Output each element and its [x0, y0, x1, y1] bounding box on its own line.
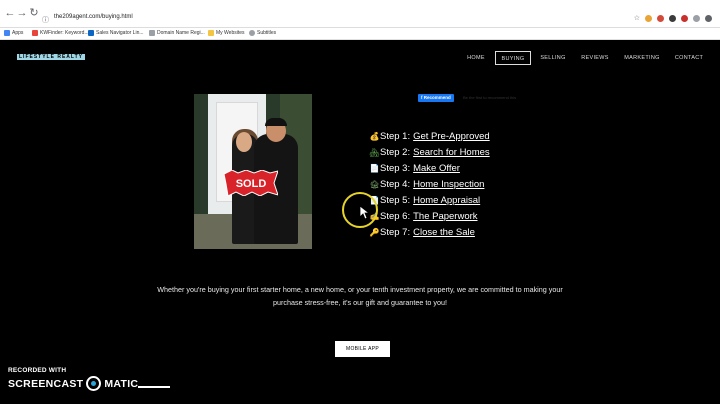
reload-icon[interactable]: ↻	[28, 7, 40, 19]
website: LIFESTYLE REALTY HOME BUYING SELLING REV…	[0, 40, 720, 404]
step-6: ✍ Step 6: The Paperwork	[369, 210, 478, 222]
extension-icon[interactable]	[657, 15, 664, 22]
screencast-watermark: RECORDED WITH SCREENCAST MATIC	[8, 367, 170, 391]
house-icon: 🏘	[369, 147, 380, 157]
nav-contact[interactable]: CONTACT	[672, 51, 706, 65]
screencast-logo-icon	[86, 376, 102, 391]
document-icon: 📄	[369, 163, 380, 173]
nav-marketing[interactable]: MARKETING	[621, 51, 663, 65]
facebook-recommend-button[interactable]: f Recommend	[418, 94, 454, 102]
buying-description: Whether you're buying your first starter…	[157, 285, 563, 307]
url-text: the209agent.com/buying.html	[54, 14, 133, 20]
photo-woman-face	[236, 132, 252, 152]
watermark-brand: SCREENCAST MATIC	[8, 376, 139, 391]
bookmark-sales-navigator[interactable]: Sales Navigator Lin...	[88, 30, 144, 36]
address-bar[interactable]: ⓘ the209agent.com/buying.html	[40, 14, 640, 27]
facebook-recommend-text: Be the first to recommend this	[463, 95, 517, 100]
extension-icon[interactable]	[645, 15, 652, 22]
step-5: 📄 Step 5: Home Appraisal	[369, 194, 481, 206]
extension-icons: ☆	[634, 15, 712, 22]
bookmark-domain[interactable]: Domain Name Regi...	[149, 30, 205, 36]
site-logo[interactable]: LIFESTYLE REALTY	[17, 54, 85, 60]
extension-icon[interactable]	[669, 15, 676, 22]
watermark-recorded-text: RECORDED WITH	[8, 367, 67, 374]
link-close-the-sale[interactable]: Close the Sale	[413, 227, 475, 238]
lock-icon: ⓘ	[42, 17, 49, 24]
photo-man-cap	[265, 118, 287, 126]
sold-sign: SOLD	[224, 170, 278, 196]
link-make-offer[interactable]: Make Offer	[413, 163, 460, 174]
browser-toolbar: ← → ↻ ⓘ the209agent.com/buying.html ☆	[0, 0, 720, 28]
sold-photo: SOLD	[194, 94, 312, 249]
mouse-cursor-icon	[360, 206, 370, 220]
sold-sign-text: SOLD	[236, 178, 267, 190]
bookmark-apps[interactable]: Apps	[4, 30, 23, 36]
step-4: 🏚 Step 4: Home Inspection	[369, 178, 485, 190]
nav-buying[interactable]: BUYING	[495, 51, 531, 65]
domain-icon	[149, 30, 155, 36]
apps-icon	[4, 30, 10, 36]
back-icon[interactable]: ←	[4, 7, 16, 19]
step-7: 🔑 Step 7: Close the Sale	[369, 226, 475, 238]
extension-icon[interactable]	[693, 15, 700, 22]
watermark-line	[138, 386, 170, 388]
nav-home[interactable]: HOME	[463, 51, 489, 65]
kwfinder-icon	[32, 30, 38, 36]
inspection-icon: 🏚	[369, 179, 380, 189]
bookmarks-bar: Apps KWFinder: Keyword... Sales Navigato…	[0, 28, 720, 40]
link-search-for-homes[interactable]: Search for Homes	[413, 147, 490, 158]
link-the-paperwork[interactable]: The Paperwork	[413, 211, 477, 222]
link-home-inspection[interactable]: Home Inspection	[413, 179, 484, 190]
forward-icon[interactable]: →	[16, 7, 28, 19]
key-icon: 🔑	[369, 227, 380, 237]
menu-icon[interactable]	[705, 15, 712, 22]
money-bag-icon: 💰	[369, 131, 380, 141]
bookmark-my-websites[interactable]: My Websites	[208, 30, 245, 36]
link-get-pre-approved[interactable]: Get Pre-Approved	[413, 131, 490, 142]
folder-icon	[208, 30, 214, 36]
bookmark-kwfinder[interactable]: KWFinder: Keyword...	[32, 30, 89, 36]
bookmark-subtitles[interactable]: Subtitles	[249, 30, 276, 36]
link-home-appraisal[interactable]: Home Appraisal	[413, 195, 480, 206]
step-1: 💰 Step 1: Get Pre-Approved	[369, 130, 490, 142]
step-2: 🏘 Step 2: Search for Homes	[369, 146, 490, 158]
nav-selling[interactable]: SELLING	[537, 51, 569, 65]
nav-reviews[interactable]: REVIEWS	[577, 51, 613, 65]
star-icon[interactable]: ☆	[634, 15, 640, 22]
mobile-app-button[interactable]: MOBILE APP	[335, 341, 390, 357]
step-3: 📄 Step 3: Make Offer	[369, 162, 460, 174]
extension-icon[interactable]	[681, 15, 688, 22]
linkedin-icon	[88, 30, 94, 36]
globe-icon	[249, 30, 255, 36]
